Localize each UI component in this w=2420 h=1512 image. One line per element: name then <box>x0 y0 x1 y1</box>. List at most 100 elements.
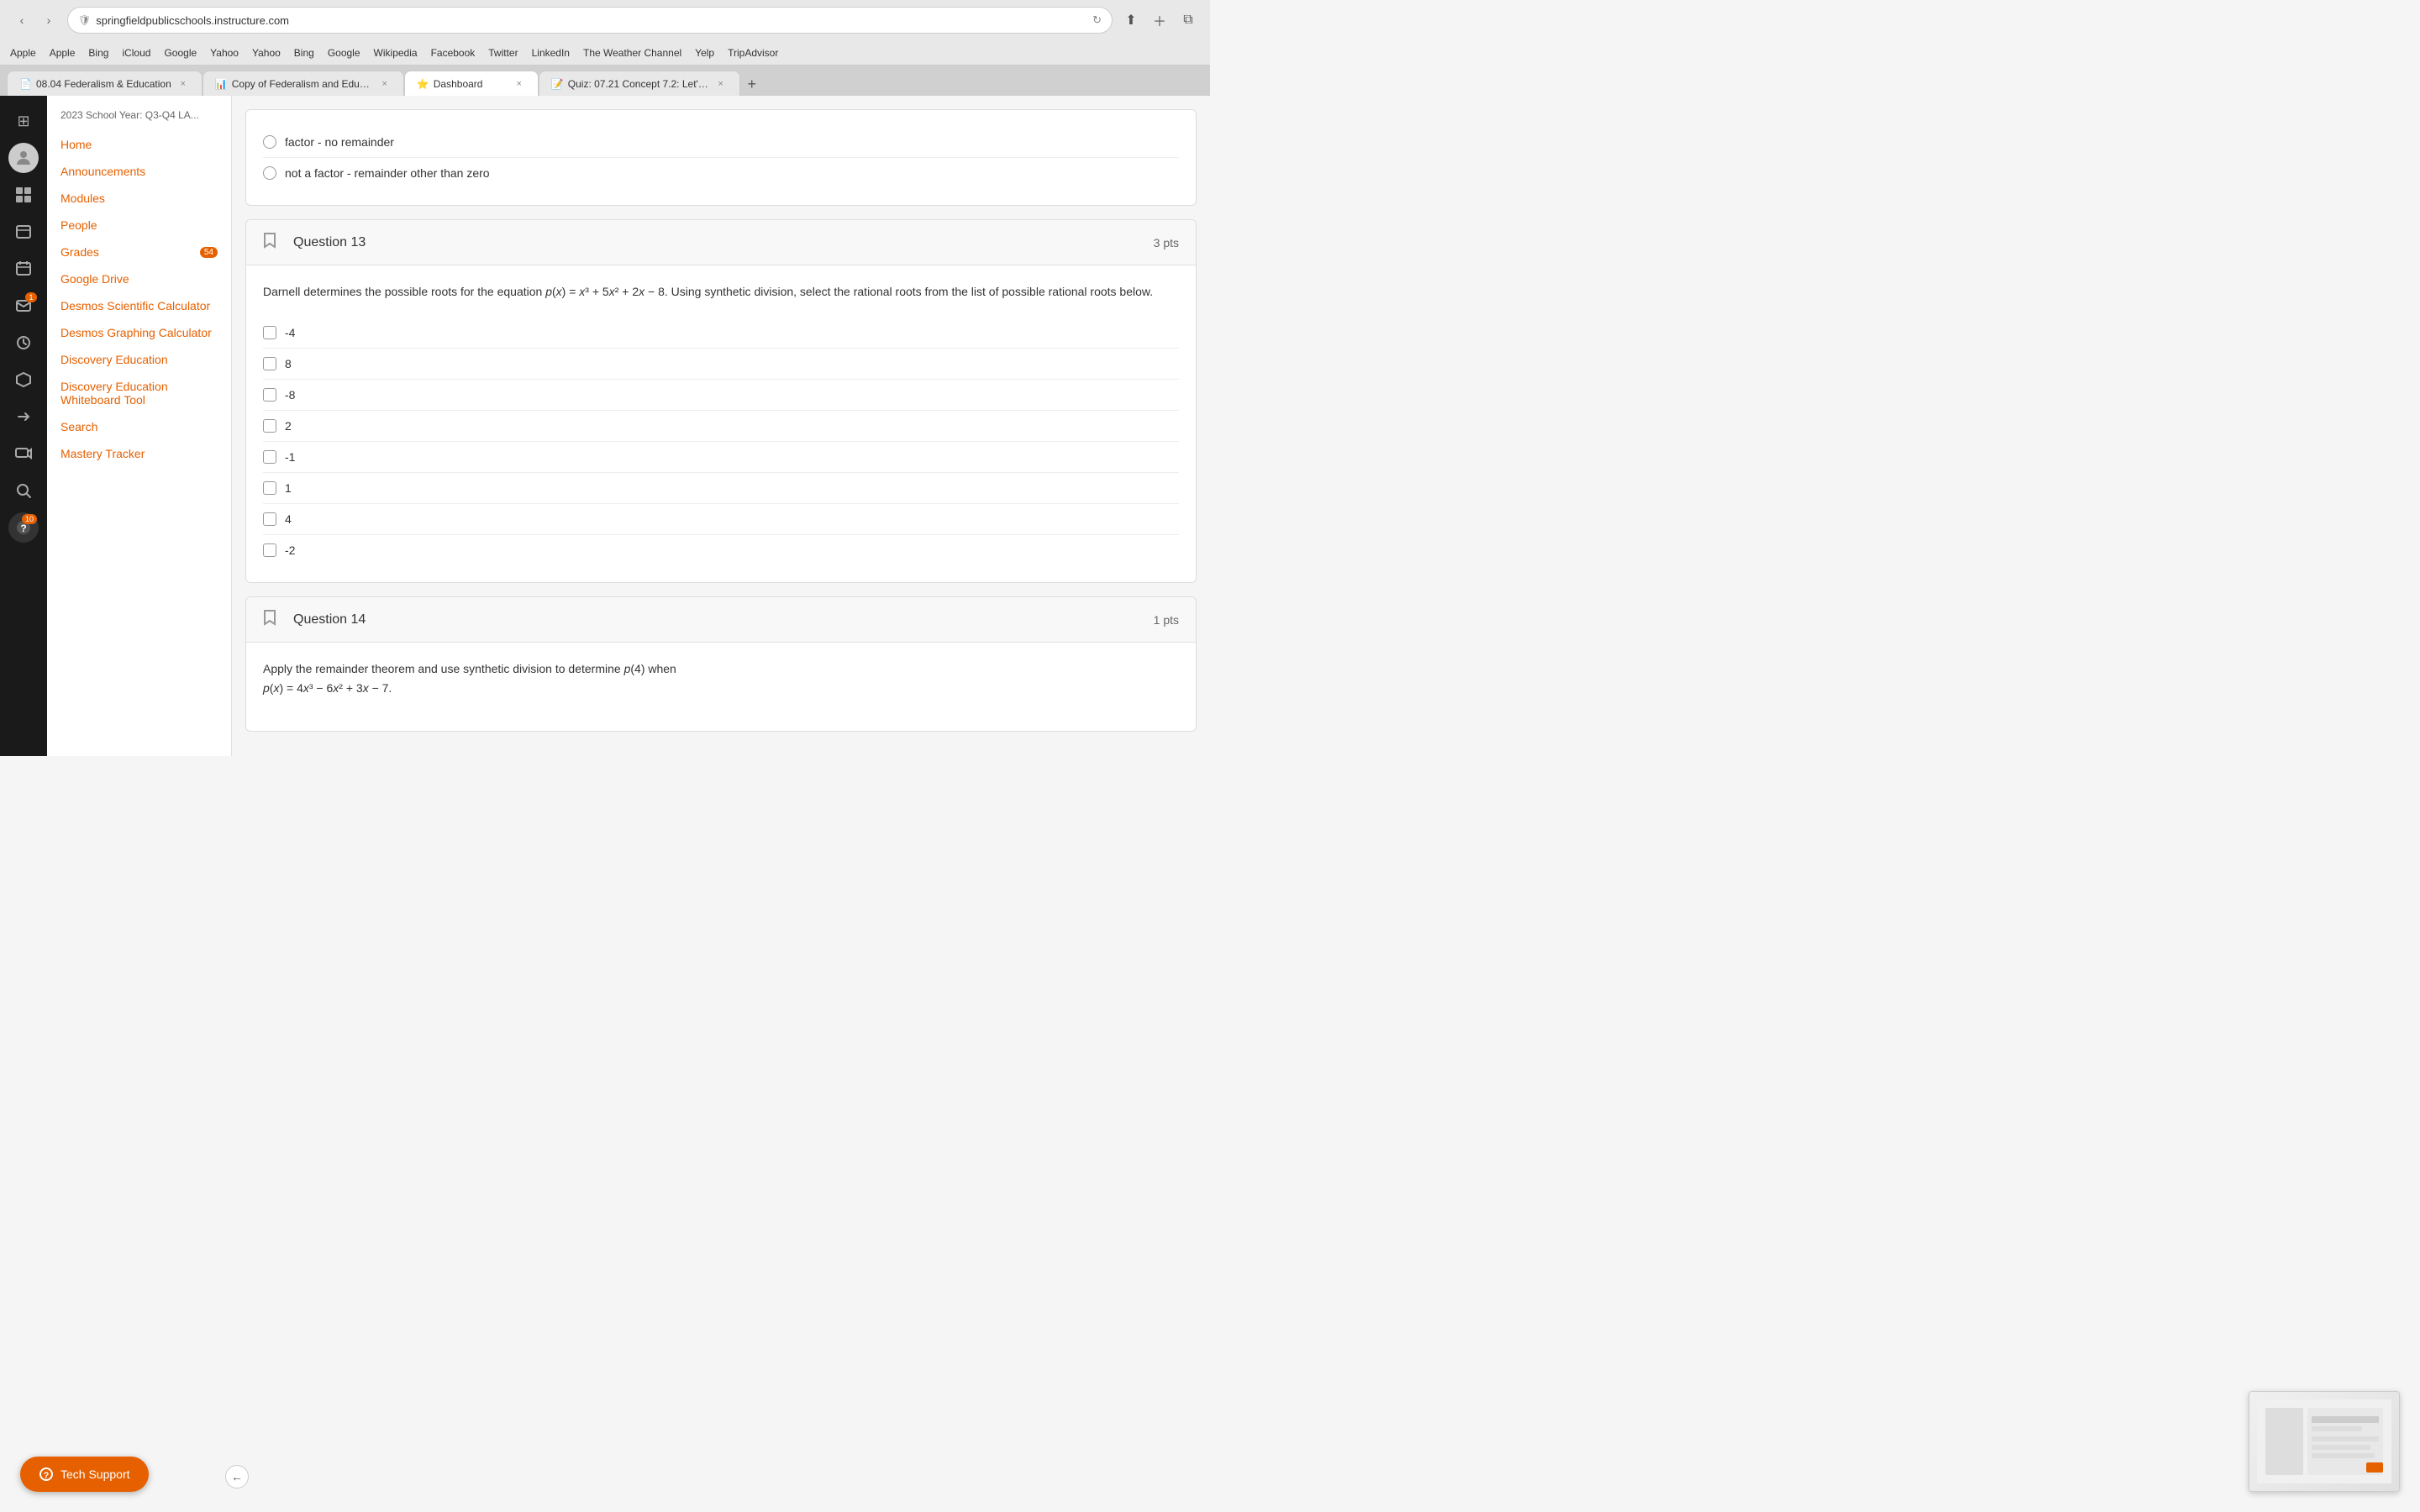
checkbox-neg8[interactable] <box>263 388 276 402</box>
bookmark-tripadvisor[interactable]: TripAdvisor <box>728 47 778 59</box>
nav-home[interactable]: Home <box>47 131 231 158</box>
bookmark-weather[interactable]: The Weather Channel <box>583 47 681 59</box>
forward-button[interactable]: › <box>37 8 60 32</box>
tab-favicon-3: ⭐ <box>417 78 429 90</box>
nav-google-drive[interactable]: Google Drive <box>47 265 231 292</box>
bookmark-yelp[interactable]: Yelp <box>695 47 714 59</box>
thumbnail-preview <box>2249 1391 2400 1492</box>
checkbox-neg4[interactable] <box>263 326 276 339</box>
tech-support-label: Tech Support <box>60 1467 130 1481</box>
nav-modules-label: Modules <box>60 192 105 205</box>
add-tab-button[interactable]: + <box>740 72 764 96</box>
bookmark-google1[interactable]: Google <box>164 47 197 59</box>
nav-announcements[interactable]: Announcements <box>47 158 231 185</box>
tab-federalism[interactable]: 📄 08.04 Federalism & Education × <box>7 71 203 96</box>
nav-home-label: Home <box>60 138 92 151</box>
sidebar-icon-inbox[interactable]: 1 <box>8 291 39 321</box>
tab-close-2[interactable]: × <box>378 77 392 91</box>
question-14-body: Apply the remainder theorem and use synt… <box>246 643 1196 731</box>
bookmark-wikipedia[interactable]: Wikipedia <box>374 47 418 59</box>
address-bar[interactable]: 🛡 springfieldpublicschools.instructure.c… <box>67 7 1113 34</box>
sidebar-icon-help[interactable]: ? 10 <box>8 512 39 543</box>
answer-option-neg8: -8 <box>263 380 1179 411</box>
tech-support-button[interactable]: ? Tech Support <box>20 1457 149 1492</box>
sidebar-icon-conferences[interactable] <box>8 438 39 469</box>
question-13-card: Question 13 3 pts Darnell determines the… <box>245 219 1197 583</box>
bookmark-apple1[interactable]: Apple <box>10 47 36 59</box>
nav-modules[interactable]: Modules <box>47 185 231 212</box>
bookmark-apple2[interactable]: Apple <box>50 47 76 59</box>
url-text: springfieldpublicschools.instructure.com <box>96 14 1087 27</box>
new-tab-button[interactable]: ＋ <box>1148 8 1171 32</box>
sidebar-icon-dashboard[interactable] <box>8 180 39 210</box>
nav-desmos-graphing-label: Desmos Graphing Calculator <box>60 326 212 339</box>
tab-close-3[interactable]: × <box>513 77 526 91</box>
question-13-title: Question 13 <box>293 235 366 250</box>
bookmark-icloud[interactable]: iCloud <box>122 47 150 59</box>
nav-discovery-whiteboard[interactable]: Discovery Education Whiteboard Tool <box>47 373 231 413</box>
back-button[interactable]: ‹ <box>10 8 34 32</box>
reload-icon[interactable]: ↻ <box>1092 13 1102 27</box>
question-13-text: Darnell determines the possible roots fo… <box>263 282 1179 301</box>
nav-discovery-education[interactable]: Discovery Education <box>47 346 231 373</box>
tab-title-2: Copy of Federalism and Education Venn Di… <box>232 78 373 90</box>
nav-mastery-tracker[interactable]: Mastery Tracker <box>47 440 231 467</box>
school-year-label: 2023 School Year: Q3-Q4 LA... <box>47 106 231 131</box>
bookmark-icon-13[interactable] <box>263 232 283 253</box>
sidebar-icon-calendar[interactable] <box>8 254 39 284</box>
nav-search[interactable]: Search <box>47 413 231 440</box>
answer-label-2: 2 <box>285 419 292 433</box>
sidebar-icon-commons[interactable] <box>8 365 39 395</box>
nav-discovery-education-label: Discovery Education <box>60 353 168 366</box>
browser-chrome: ‹ › 🛡 springfieldpublicschools.instructu… <box>0 0 1210 96</box>
bookmark-yahoo1[interactable]: Yahoo <box>210 47 239 59</box>
main-layout: ⊞ 1 ? 1 <box>0 96 1210 756</box>
answer-label-1: 1 <box>285 481 292 495</box>
radio-factor-no-rem[interactable] <box>263 135 276 149</box>
bookmark-facebook[interactable]: Facebook <box>431 47 476 59</box>
tab-close-1[interactable]: × <box>176 77 190 91</box>
nav-desmos-scientific[interactable]: Desmos Scientific Calculator <box>47 292 231 319</box>
bookmark-icon-14[interactable] <box>263 609 283 630</box>
nav-desmos-graphing[interactable]: Desmos Graphing Calculator <box>47 319 231 346</box>
sidebar-icon-redirect[interactable] <box>8 402 39 432</box>
sidebar-button[interactable]: ⧉ <box>1176 8 1200 32</box>
bookmark-linkedin[interactable]: LinkedIn <box>532 47 570 59</box>
nav-grades[interactable]: Grades 54 <box>47 239 231 265</box>
tab-dashboard[interactable]: ⭐ Dashboard × <box>404 71 539 96</box>
collapse-sidebar-button[interactable]: ← <box>225 1465 249 1488</box>
share-button[interactable]: ⬆ <box>1119 8 1143 32</box>
tab-venn[interactable]: 📊 Copy of Federalism and Education Venn … <box>203 71 404 96</box>
tab-title-3: Dashboard <box>434 78 508 90</box>
sidebar-icon-courses[interactable] <box>8 217 39 247</box>
bookmark-yahoo2[interactable]: Yahoo <box>252 47 281 59</box>
tab-quiz[interactable]: 📝 Quiz: 07.21 Concept 7.2: Let's Practic… <box>539 71 740 96</box>
checkbox-8[interactable] <box>263 357 276 370</box>
inbox-badge: 1 <box>25 292 37 302</box>
checkbox-neg2[interactable] <box>263 543 276 557</box>
checkbox-4[interactable] <box>263 512 276 526</box>
bookmark-twitter[interactable]: Twitter <box>488 47 518 59</box>
answer-option-1: 1 <box>263 473 1179 504</box>
nav-grades-label: Grades <box>60 245 99 259</box>
checkbox-neg1[interactable] <box>263 450 276 464</box>
tab-close-4[interactable]: × <box>714 77 728 91</box>
answer-option-neg1: -1 <box>263 442 1179 473</box>
bookmark-google2[interactable]: Google <box>328 47 360 59</box>
checkbox-2[interactable] <box>263 419 276 433</box>
sidebar-icon-avatar[interactable] <box>8 143 39 173</box>
nav-google-drive-label: Google Drive <box>60 272 129 286</box>
checkbox-1[interactable] <box>263 481 276 495</box>
bookmark-bing1[interactable]: Bing <box>88 47 108 59</box>
sidebar-icon-grid[interactable]: ⊞ <box>8 106 39 136</box>
help-badge: 10 <box>22 514 37 524</box>
radio-not-factor[interactable] <box>263 166 276 180</box>
answer-label-8: 8 <box>285 357 292 370</box>
sidebar-icon-history[interactable] <box>8 328 39 358</box>
bookmark-bing2[interactable]: Bing <box>294 47 314 59</box>
sidebar-icon-search[interactable] <box>8 475 39 506</box>
tab-favicon-1: 📄 <box>19 78 31 90</box>
nav-people[interactable]: People <box>47 212 231 239</box>
question-13-pts: 3 pts <box>1154 236 1179 249</box>
question-14-title: Question 14 <box>293 612 366 627</box>
